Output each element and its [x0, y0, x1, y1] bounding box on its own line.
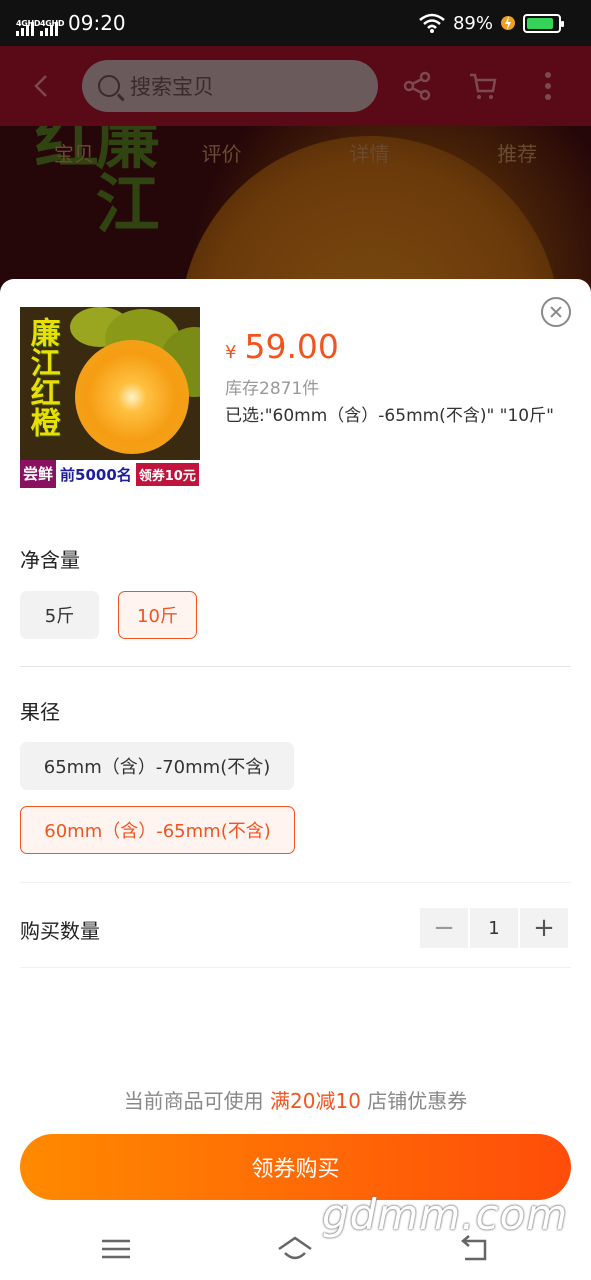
price-value: 59.00: [244, 327, 339, 366]
cart-icon[interactable]: [467, 70, 499, 102]
search-box[interactable]: 搜索宝贝: [82, 60, 378, 112]
tab-reviews[interactable]: 评价: [202, 138, 242, 167]
more-icon[interactable]: [532, 70, 564, 102]
net-weight-title: 净含量: [20, 548, 80, 572]
top-nav-bar: 搜索宝贝: [0, 46, 591, 126]
tab-recommend[interactable]: 推荐: [497, 138, 537, 167]
price: ¥ 59.00: [225, 327, 339, 366]
increment-button[interactable]: +: [520, 908, 568, 948]
status-bar: 4GHD 4GHD 09:20 89%: [0, 0, 591, 46]
divider: [20, 882, 571, 883]
battery-percent: 89%: [452, 12, 493, 34]
divider: [20, 967, 571, 968]
back-arrow-icon[interactable]: [30, 72, 54, 100]
thumbnail-calligraphy: 廉江红橙: [24, 317, 60, 437]
promo-coupon-tag: 领券10元: [135, 462, 199, 486]
close-icon[interactable]: [541, 297, 571, 327]
quantity-label: 购买数量: [20, 919, 100, 943]
weight-option-10jin[interactable]: 10斤: [118, 591, 197, 639]
currency-symbol: ¥: [225, 342, 237, 363]
signal-indicator-1: 4GHD: [16, 10, 41, 36]
product-banner-image: 廉江红 宝贝 评价 详情 推荐: [0, 126, 591, 296]
diameter-option-65-70[interactable]: 65mm（含）-70mm(不含): [20, 742, 294, 790]
battery-icon: [523, 13, 564, 33]
background-page: 搜索宝贝 廉江红 宝贝 评价 详情 推荐: [0, 46, 591, 296]
watermark: gdmm.com: [322, 1190, 569, 1239]
promo-tag: 尝鲜: [20, 460, 57, 488]
divider: [20, 666, 571, 667]
promo-text: 前5000名: [60, 465, 132, 484]
signal-indicator-2: 4GHD: [40, 10, 65, 36]
clock: 09:20: [68, 11, 126, 35]
orange-slice-image: [75, 340, 189, 454]
tab-item[interactable]: 宝贝: [54, 138, 94, 167]
quantity-value[interactable]: 1: [470, 908, 518, 948]
selected-options-summary: 已选:"60mm（含）-65mm(不含)" "10斤": [225, 406, 554, 426]
network-type-label: 4GHD: [16, 19, 41, 28]
wifi-icon: [419, 13, 445, 33]
decrement-button[interactable]: −: [420, 908, 468, 948]
weight-option-5jin[interactable]: 5斤: [20, 591, 99, 639]
menu-icon[interactable]: [96, 1233, 136, 1265]
search-placeholder: 搜索宝贝: [130, 75, 214, 99]
charging-icon: [501, 16, 515, 30]
coupon-text-prefix: 当前商品可使用: [123, 1089, 271, 1113]
stock-count: 库存2871件: [225, 379, 320, 399]
product-thumbnail: 廉江红橙 尝鲜 前5000名 领券10元: [20, 307, 200, 488]
home-icon[interactable]: [275, 1233, 315, 1265]
diameter-title: 果径: [20, 700, 60, 724]
diameter-option-60-65[interactable]: 60mm（含）-65mm(不含): [20, 806, 295, 854]
product-tabs: 宝贝 评价 详情 推荐: [0, 138, 591, 167]
coupon-text-suffix: 店铺优惠券: [360, 1089, 468, 1113]
quantity-stepper: − 1 +: [420, 908, 568, 948]
network-type-label: 4GHD: [40, 19, 65, 28]
coupon-highlight: 满20减10: [270, 1089, 361, 1113]
search-icon: [98, 75, 120, 97]
thumbnail-promo-strip: 尝鲜 前5000名 领券10元: [20, 460, 200, 488]
tab-details[interactable]: 详情: [349, 138, 389, 167]
coupon-notice: 当前商品可使用 满20减10 店铺优惠券: [0, 1085, 591, 1114]
sku-selection-sheet: 廉江红橙 尝鲜 前5000名 领券10元 ¥ 59.00 库存2871件 已选:…: [0, 279, 591, 1280]
share-icon[interactable]: [401, 70, 433, 102]
